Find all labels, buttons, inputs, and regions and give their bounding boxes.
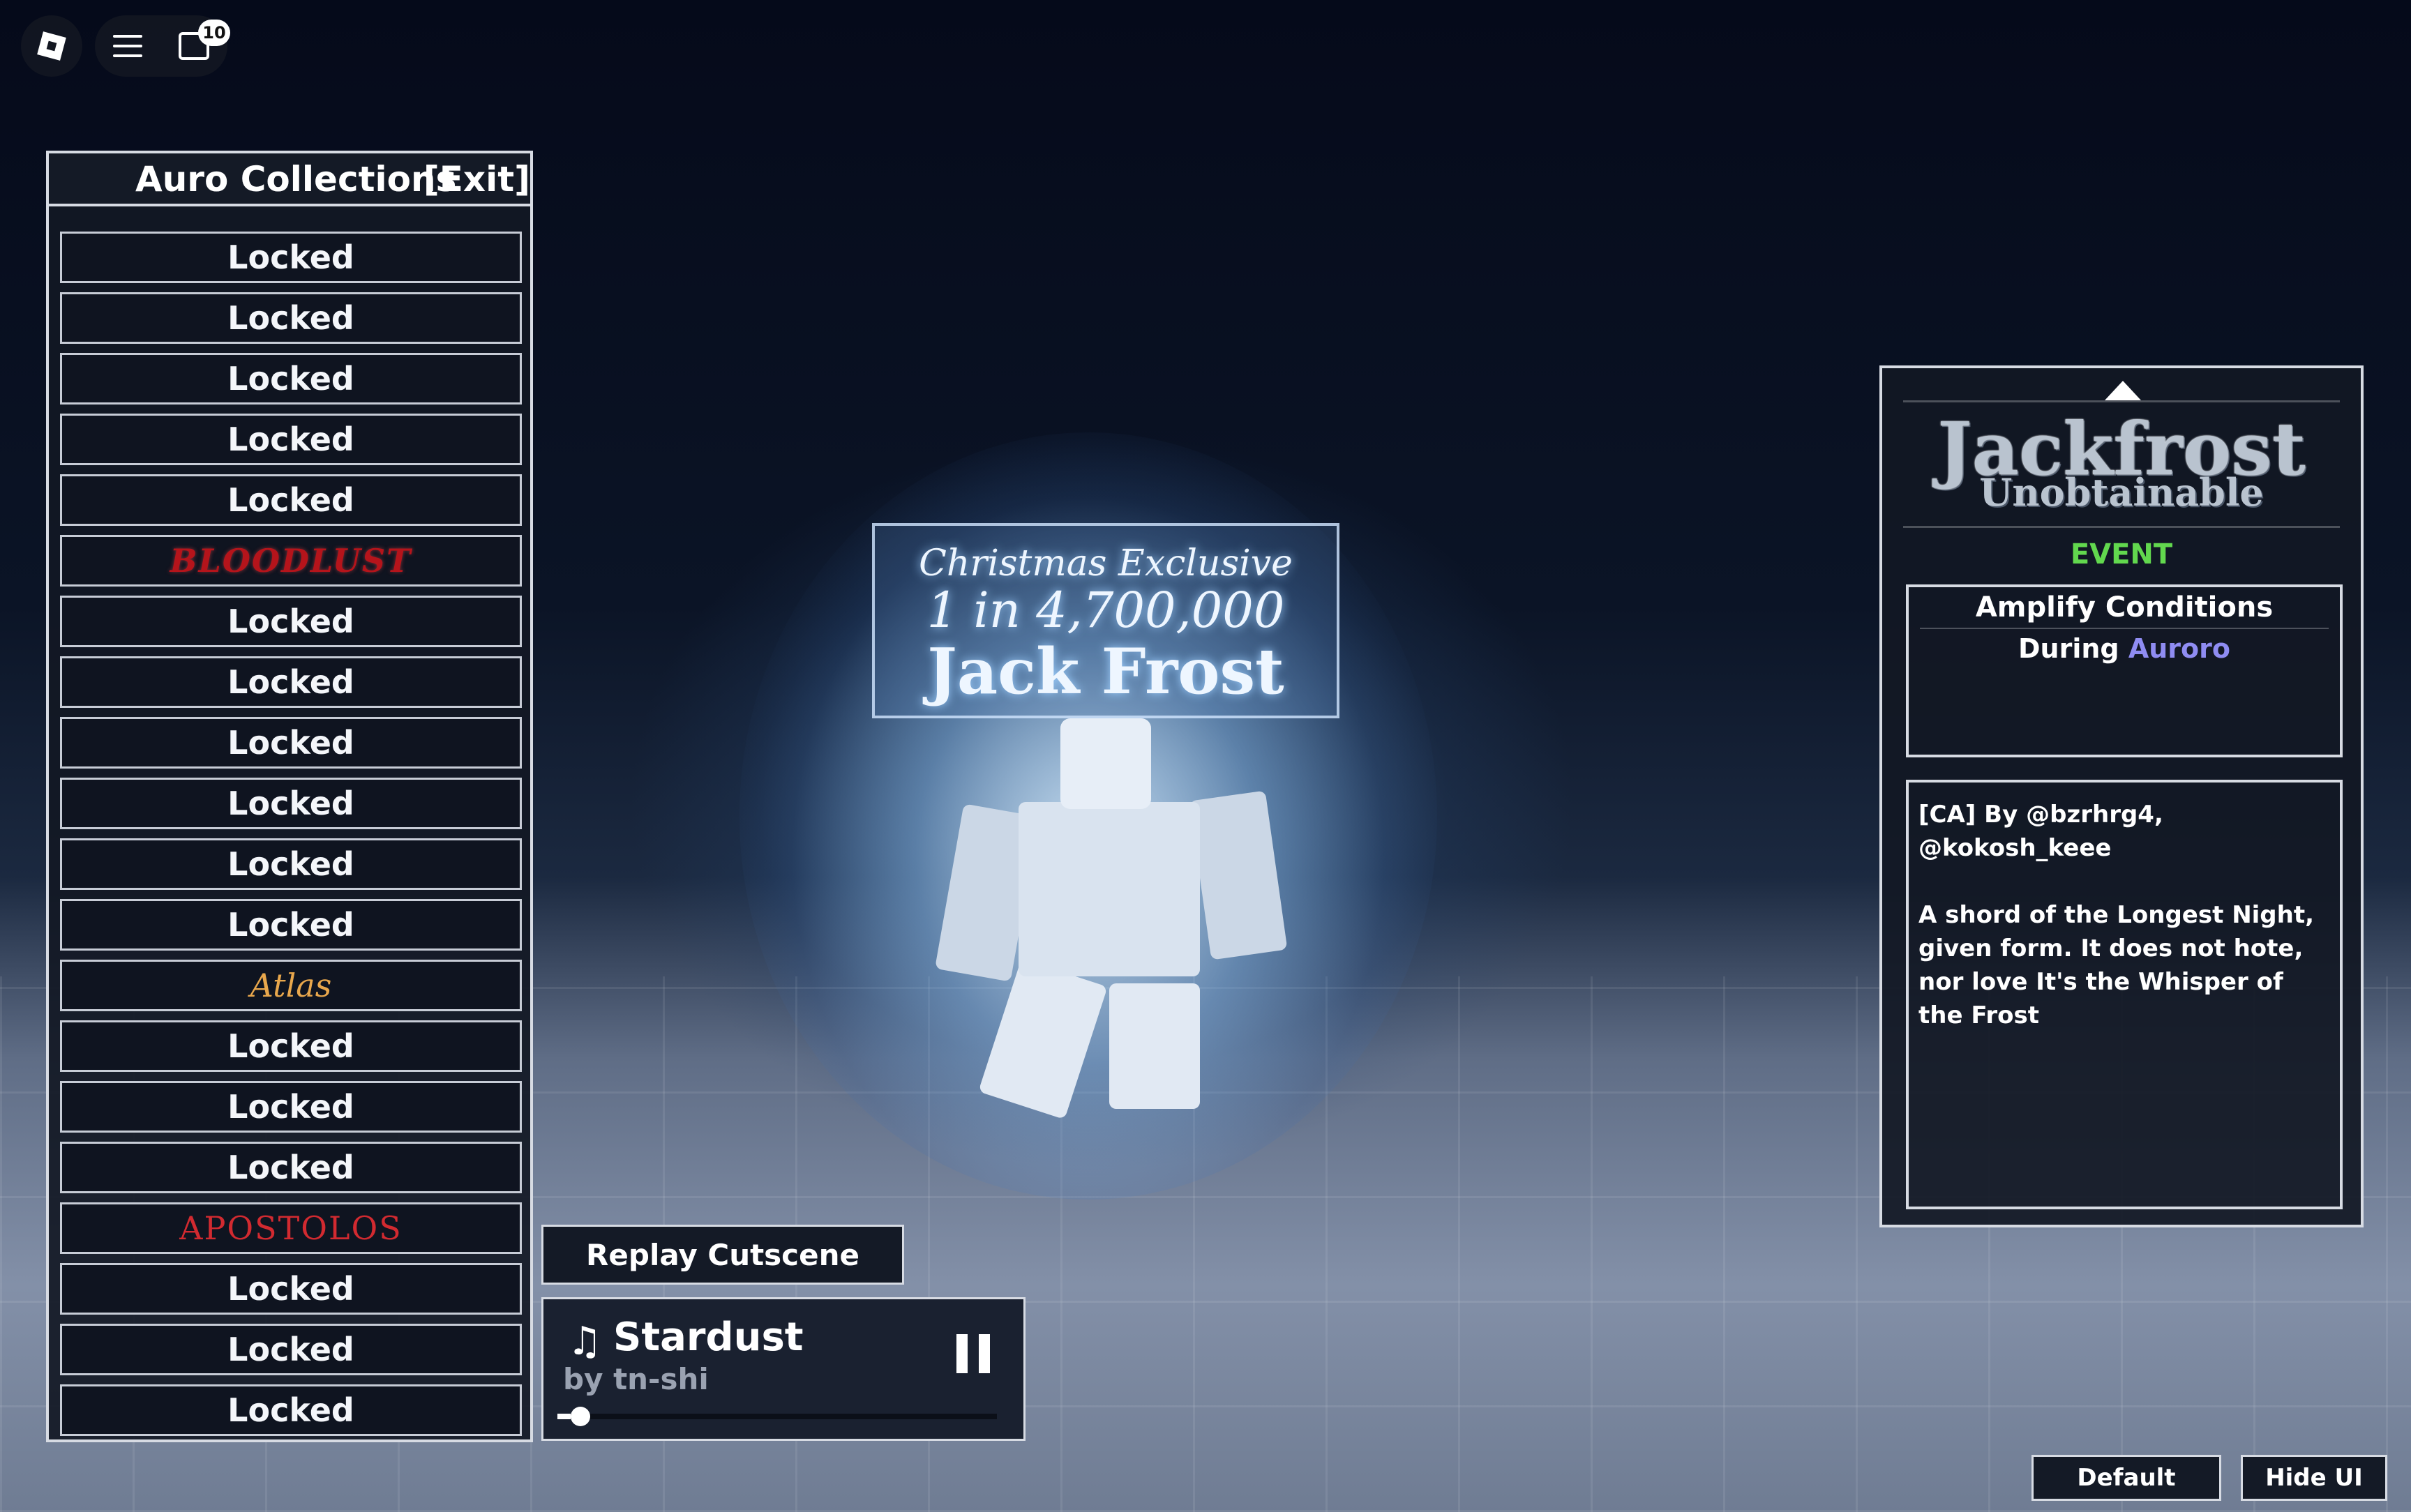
conditions-biome: Auroro [2128, 633, 2230, 664]
track-progress-knob[interactable] [570, 1407, 590, 1426]
collection-title: Auro Collections [135, 159, 457, 199]
collection-header: Auro Collections [Exit] [49, 153, 530, 206]
aura-list-item[interactable]: Locked [60, 292, 522, 344]
music-note-icon: ♫ [567, 1319, 603, 1364]
aura-list-item[interactable]: BLOODLUST [60, 535, 522, 587]
aura-description: [CA] By @bzrhrg4, @kokosh_keee A shord o… [1906, 780, 2343, 1209]
roblox-menu-button[interactable] [21, 15, 82, 77]
aura-sign: Christmas Exclusive 1 in 4,700,000 Jack … [872, 523, 1339, 718]
aura-list-item[interactable]: Locked [60, 778, 522, 829]
aura-list-item[interactable]: Locked [60, 838, 522, 890]
aura-list-item[interactable]: Locked [60, 1142, 522, 1193]
aura-list-item[interactable]: Locked [60, 353, 522, 405]
track-title: Stardust [613, 1315, 804, 1360]
exit-button[interactable]: [Exit] [423, 159, 530, 199]
aura-list-item[interactable]: Locked [60, 1081, 522, 1133]
aura-collection-panel: Auro Collections [Exit] Locked Locked Lock… [46, 151, 533, 1442]
conditions-title: Amplify Conditions [1975, 591, 2274, 623]
track-artist: by tn-shi [563, 1362, 709, 1396]
chat-icon[interactable]: 10 [179, 20, 230, 60]
aura-list-item[interactable]: Locked [60, 1324, 522, 1375]
avatar-figure [928, 718, 1288, 1120]
aura-list-item[interactable]: Locked [60, 414, 522, 465]
aura-list-item[interactable]: Locked [60, 656, 522, 708]
sign-subtitle: Christmas Exclusive [919, 543, 1293, 584]
aura-list-item[interactable]: Locked [60, 1020, 522, 1072]
aura-list[interactable]: Locked Locked Locked Locked Locked BLOODLUST L… [60, 206, 522, 1438]
aura-list-item[interactable]: Locked [60, 717, 522, 769]
conditions-box: Amplify Conditions During Auroro [1906, 584, 2343, 757]
replay-cutscene-button[interactable]: Replay Cutscene [541, 1225, 904, 1285]
aura-list-item[interactable]: Locked [60, 232, 522, 283]
hide-ui-button[interactable]: Hide UI [2241, 1455, 2387, 1501]
aura-list-item[interactable]: Locked [60, 1384, 522, 1436]
conditions-text: During Auroro [2018, 633, 2230, 664]
collapse-arrow-icon[interactable] [2105, 381, 2141, 400]
aura-list-item[interactable]: Locked [60, 1263, 522, 1315]
aura-list-item[interactable]: Locked [60, 899, 522, 951]
track-progress-bar[interactable] [557, 1407, 997, 1426]
aura-list-item[interactable]: Atlas [60, 960, 522, 1011]
chat-badge: 10 [198, 20, 230, 46]
sign-odds: 1 in 4,700,000 [926, 582, 1285, 639]
pause-icon[interactable] [956, 1334, 990, 1373]
roblox-logo-icon [37, 31, 66, 61]
aura-list-item[interactable]: Locked [60, 596, 522, 647]
aura-list-item[interactable]: APOSTOLOS [60, 1202, 522, 1254]
aura-info-panel: Jackfrost Unobtainable EVENT Amplify Con… [1879, 365, 2364, 1227]
aura-rarity: Unobtainable [1979, 470, 2264, 515]
top-menu-group: 10 [95, 15, 230, 77]
aura-category: EVENT [2070, 538, 2173, 570]
default-button[interactable]: Default [2031, 1455, 2221, 1501]
music-player: ♫ Stardust by tn-shi [541, 1297, 1026, 1441]
aura-list-item[interactable]: Locked [60, 474, 522, 526]
hamburger-icon[interactable] [113, 35, 142, 57]
sign-title: Jack Frost [927, 635, 1284, 709]
track-progress-fill [557, 1414, 571, 1419]
